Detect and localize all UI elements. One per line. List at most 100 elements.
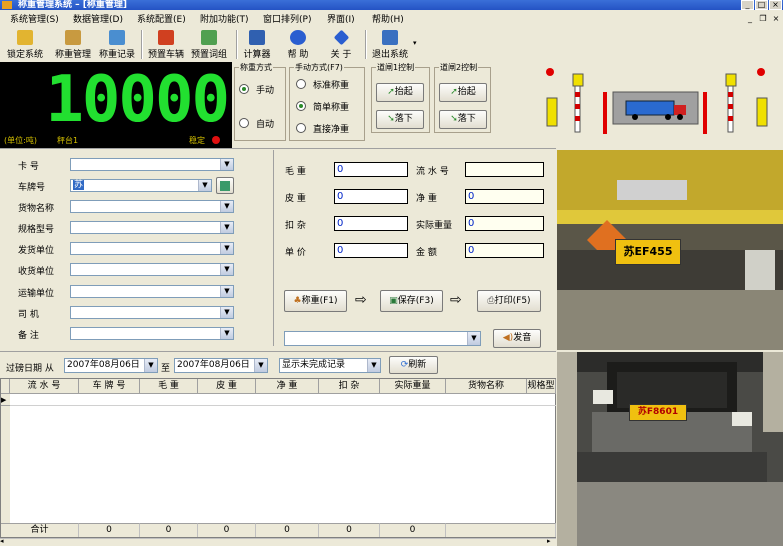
gate2-up-button[interactable]: ➚抬起 (439, 83, 487, 102)
print-button[interactable]: ⎙打印(F5) (477, 290, 541, 312)
column-header[interactable]: 扣 杂 (319, 379, 380, 394)
amount-field[interactable]: 0 (465, 243, 544, 258)
weigh-date-label: 过磅日期 从 (6, 364, 54, 374)
column-header[interactable]: 实际重量 (380, 379, 446, 394)
help-button[interactable]: 帮 助 (283, 28, 313, 61)
deduction-field[interactable]: 0 (334, 216, 408, 231)
horizontal-scrollbar[interactable]: ◂ ▸ (0, 537, 556, 546)
shipper-select[interactable]: ▼ (70, 242, 234, 255)
auto-radio[interactable] (239, 118, 249, 128)
card-number-select[interactable]: ▼ (70, 158, 234, 171)
column-header[interactable]: 车 牌 号 (79, 379, 140, 394)
chevron-down-icon[interactable]: ▼ (198, 180, 211, 191)
divider (0, 148, 556, 149)
driver-select[interactable]: ▼ (70, 306, 234, 319)
footer-cell: 0 (140, 523, 198, 537)
menu-help[interactable]: 帮助(H) (372, 12, 404, 25)
announce-button[interactable]: ◀)发音 (493, 329, 541, 348)
chevron-down-icon[interactable]: ▼ (467, 332, 480, 345)
gate1-up-button[interactable]: ➚抬起 (376, 83, 424, 102)
lock-system-button[interactable]: 锁定系统 (4, 28, 46, 61)
column-header[interactable]: 皮 重 (198, 379, 256, 394)
exit-system-button[interactable]: 退出系统 (369, 28, 411, 61)
receiver-label: 收货单位 (18, 267, 55, 277)
chevron-down-icon[interactable]: ▼ (367, 359, 380, 372)
column-header[interactable]: 货物名称 (446, 379, 527, 394)
gross-weight-field[interactable]: 0 (334, 162, 408, 177)
remark-select[interactable]: ▼ (70, 327, 234, 340)
mdi-close-icon[interactable]: × (770, 14, 782, 24)
serial-number-field[interactable] (465, 162, 544, 177)
row-selector-header (1, 379, 10, 394)
gate1-down-button[interactable]: ➘落下 (376, 110, 424, 129)
chevron-down-icon[interactable]: ▼ (254, 359, 267, 372)
menu-window[interactable]: 窗口排列(P) (263, 12, 311, 25)
announce-text-select[interactable]: ▼ (284, 331, 481, 346)
stable-indicator-icon (212, 136, 220, 144)
manual-radio-label: 手动 (256, 86, 275, 96)
column-header[interactable]: 流 水 号 (10, 379, 79, 394)
plate-lookup-button[interactable] (216, 177, 234, 194)
footer-total-label: 合计 (1, 523, 79, 537)
mdi-minimize-icon[interactable]: _ (744, 14, 756, 24)
plate-number-select[interactable]: 苏 ▼ (70, 179, 212, 192)
truck-icon (158, 30, 174, 45)
footer-cell: 0 (380, 523, 446, 537)
stable-label: 稳定 (189, 136, 205, 145)
net-weight-field[interactable]: 0 (465, 189, 544, 204)
maximize-button[interactable]: □ (755, 0, 768, 10)
column-header[interactable]: 毛 重 (140, 379, 198, 394)
calculator-button[interactable]: 计算器 (240, 28, 274, 61)
menu-config[interactable]: 系统配置(E) (137, 12, 186, 25)
tare-weight-field[interactable]: 0 (334, 189, 408, 204)
chevron-down-icon[interactable]: ▼ (220, 159, 233, 170)
carrier-select[interactable]: ▼ (70, 285, 234, 298)
column-header[interactable]: 规格型 (527, 379, 556, 394)
weigh-records-button[interactable]: 称重记录 (96, 28, 138, 61)
chevron-down-icon[interactable]: ▼ (220, 307, 233, 318)
spec-model-select[interactable]: ▼ (70, 221, 234, 234)
column-header[interactable]: 净 重 (256, 379, 319, 394)
mdi-restore-icon[interactable]: ❐ (757, 14, 769, 24)
preset-vehicle-button[interactable]: 预置车辆 (145, 28, 187, 61)
table-row[interactable] (10, 394, 556, 406)
gate2-title: 道闸2控制 (439, 62, 479, 73)
date-to-picker[interactable]: 2007年08月06日 ▼ (174, 358, 268, 373)
chevron-down-icon[interactable]: ▼ (220, 328, 233, 339)
menu-system[interactable]: 系统管理(S) (10, 12, 59, 25)
minimize-button[interactable]: _ (741, 0, 754, 10)
close-button[interactable]: × (769, 0, 782, 10)
weigh-button[interactable]: ♣称重(F1) (284, 290, 347, 312)
goods-name-select[interactable]: ▼ (70, 200, 234, 213)
chevron-down-icon[interactable]: ▼ (144, 359, 157, 372)
chevron-down-icon[interactable]: ▼ (220, 222, 233, 233)
gate2-down-button[interactable]: ➘落下 (439, 110, 487, 129)
refresh-button[interactable]: ⟳刷新 (389, 356, 438, 374)
chevron-down-icon[interactable]: ▼ (220, 201, 233, 212)
manual-radio[interactable] (239, 84, 249, 94)
receiver-select[interactable]: ▼ (70, 263, 234, 276)
record-filter-select[interactable]: 显示未完成记录 ▼ (279, 358, 381, 373)
date-from-picker[interactable]: 2007年08月06日 ▼ (64, 358, 158, 373)
about-button[interactable]: 关 于 (325, 28, 357, 61)
menu-interface[interactable]: 界面(I) (327, 12, 355, 25)
scroll-left-icon[interactable]: ◂ (0, 537, 4, 545)
actual-weight-field[interactable]: 0 (465, 216, 544, 231)
weight-value: 10000 (45, 63, 230, 137)
chevron-down-icon[interactable]: ▼ (220, 264, 233, 275)
preset-phrases-button[interactable]: 预置词组 (188, 28, 230, 61)
chevron-down-icon[interactable]: ▼ (220, 286, 233, 297)
weigh-management-button[interactable]: 称重管理 (52, 28, 94, 61)
standard-weigh-radio[interactable] (296, 79, 306, 89)
scroll-right-icon[interactable]: ▸ (547, 537, 551, 545)
menu-addons[interactable]: 附加功能(T) (200, 12, 249, 25)
chevron-down-icon[interactable]: ▾ (413, 39, 417, 47)
chevron-down-icon[interactable]: ▼ (220, 243, 233, 254)
unit-price-field[interactable]: 0 (334, 243, 408, 258)
gate1-title: 道闸1控制 (376, 62, 416, 73)
save-button[interactable]: ▣保存(F3) (380, 290, 443, 312)
direct-net-radio[interactable] (296, 123, 306, 133)
menu-data[interactable]: 数据管理(D) (73, 12, 123, 25)
simple-weigh-radio[interactable] (296, 101, 306, 111)
arrow-down-icon: ➘ (387, 114, 395, 124)
